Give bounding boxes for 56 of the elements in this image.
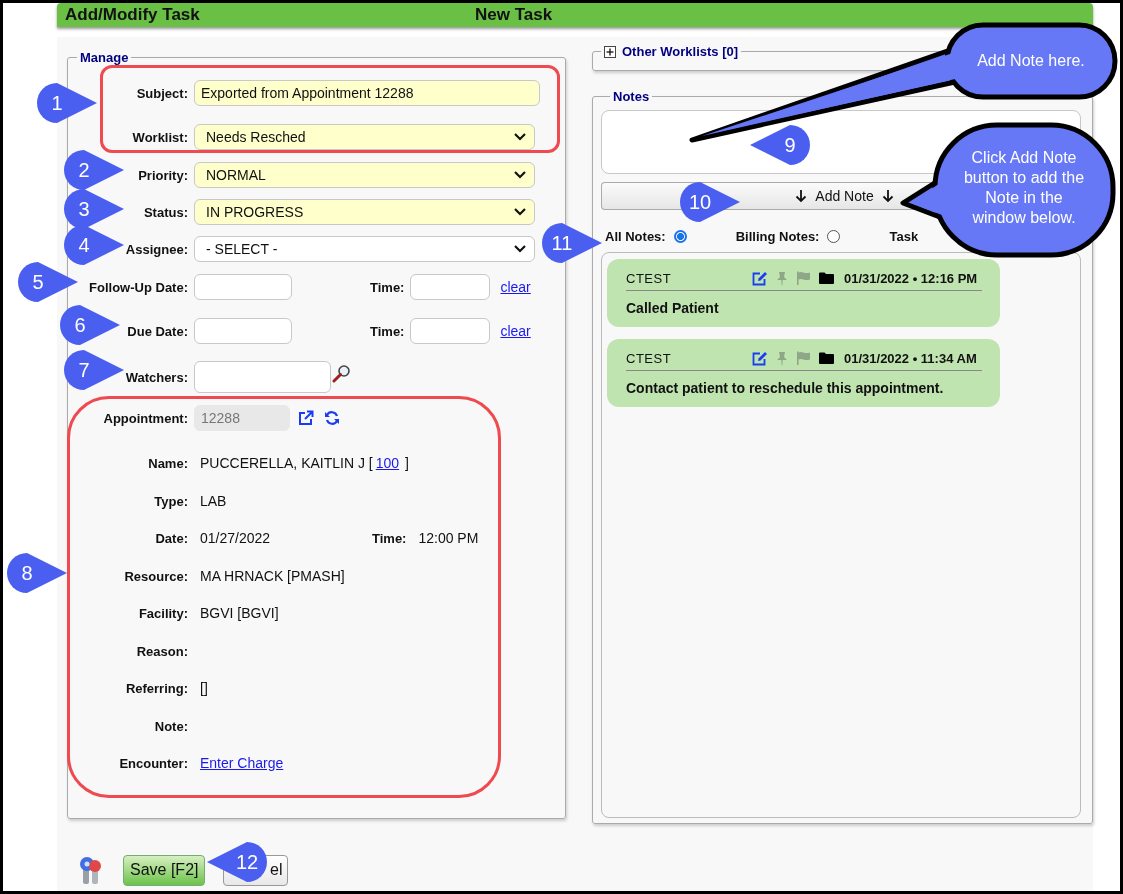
- step-marker-tooltip: 2: [64, 150, 124, 190]
- step-marker-tooltip: 12: [207, 842, 267, 882]
- callout-text: Add Note here.: [976, 51, 1086, 71]
- callout-text: Click Add Note button to add the Note in the window below.: [962, 148, 1086, 228]
- notes-legend: Notes: [610, 89, 653, 104]
- field-label: Subject:: [136, 86, 188, 101]
- step-marker-tooltip: 11: [542, 223, 602, 263]
- detail-label: Reason:: [136, 643, 188, 659]
- detail-value: PUCCERELLA, KAITLIN J [: [200, 455, 373, 471]
- filter-label: Task: [889, 228, 919, 244]
- detail-value: 12:00 PM: [418, 530, 479, 546]
- step-marker-tooltip: 3: [64, 189, 124, 229]
- field-label: Follow-Up Date:: [89, 280, 188, 295]
- detail-label: Name:: [148, 456, 188, 471]
- field-label: Appointment:: [103, 411, 188, 426]
- detail-label: Referring:: [125, 681, 188, 696]
- step-marker-tooltip: 7: [64, 350, 124, 390]
- manage-legend: Manage: [77, 50, 132, 65]
- field-label: Time:: [370, 323, 405, 339]
- filter-label: Billing Notes:: [735, 228, 820, 244]
- step-marker-tooltip: 8: [7, 553, 67, 593]
- field-label: Watchers:: [125, 370, 188, 385]
- field-label: Due Date:: [127, 324, 188, 339]
- detail-value: LAB: [200, 492, 227, 509]
- step-marker-tooltip: 5: [18, 262, 78, 302]
- detail-value: BGVI [BGVI]: [200, 605, 279, 621]
- field-label: Assignee:: [125, 242, 188, 257]
- header-title: Add/Modify Task: [65, 5, 201, 25]
- field-label: Priority:: [138, 168, 188, 183]
- detail-label: Facility:: [138, 606, 188, 621]
- detail-label: Encounter:: [119, 756, 188, 771]
- detail-label: Type:: [154, 493, 188, 509]
- step-marker-tooltip: 9: [750, 125, 810, 165]
- detail-label: Note:: [154, 718, 188, 734]
- note-text: Called Patient: [626, 300, 720, 316]
- filter-label: All Notes:: [605, 228, 666, 244]
- detail-value: []: [200, 680, 208, 696]
- detail-value: ]: [405, 455, 409, 471]
- field-label: Time:: [370, 279, 405, 295]
- detail-value: 01/27/2022: [200, 530, 272, 546]
- step-marker-tooltip: 10: [680, 182, 740, 222]
- step-marker-tooltip: 6: [60, 305, 120, 345]
- note-timestamp: 01/31/2022 • 12:16 PM: [844, 270, 978, 286]
- step-marker-tooltip: 1: [37, 83, 97, 123]
- header-subtitle: New Task: [475, 5, 553, 25]
- field-label: Worklist:: [132, 130, 188, 145]
- detail-label: Date:: [155, 531, 188, 546]
- detail-label: Resource:: [124, 568, 188, 584]
- detail-value: MA HRNACK [PMASH]: [200, 567, 345, 584]
- detail-label: Time:: [372, 530, 407, 546]
- field-label: Status:: [143, 205, 188, 220]
- note-author: CTEST: [626, 270, 673, 286]
- note-text: Contact patient to reschedule this appointment.: [626, 380, 945, 396]
- step-marker-tooltip: 4: [64, 225, 124, 265]
- note-author: CTEST: [626, 350, 673, 366]
- note-timestamp: 01/31/2022 • 11:34 AM: [844, 350, 977, 366]
